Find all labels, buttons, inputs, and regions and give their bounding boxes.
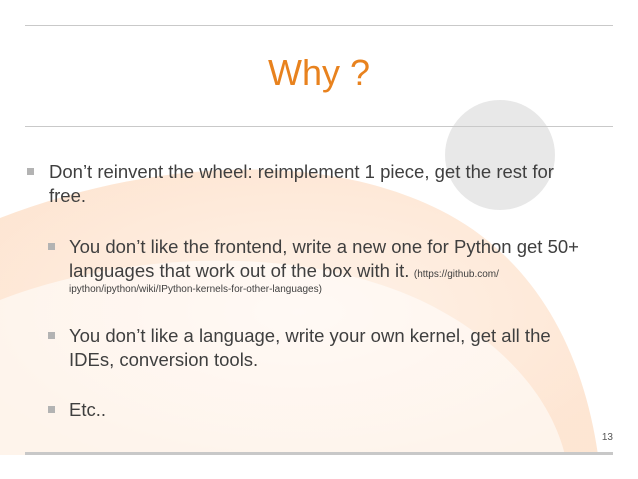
top-divider	[25, 25, 613, 26]
slide-title: Why ?	[267, 52, 371, 93]
bullet-1: Don’t reinvent the wheel: reimplement 1 …	[27, 160, 607, 208]
slide: Why ? Don’t reinvent the wheel: reimplem…	[0, 0, 638, 479]
page-number: 13	[601, 432, 613, 443]
bullet-3-text: You don’t like a language, write your ow…	[69, 325, 551, 370]
bullet-2-url-part2[interactable]: ipython/ipython/wiki/IPython-kernels-for…	[69, 283, 594, 297]
bullet-square-icon	[27, 168, 34, 175]
bullet-4-text: Etc..	[69, 399, 107, 420]
title-divider	[25, 126, 613, 127]
bottom-divider	[25, 452, 613, 455]
bullet-square-icon	[48, 332, 55, 339]
bullet-4: Etc..	[48, 398, 608, 422]
bullet-1-text: Don’t reinvent the wheel: reimplement 1 …	[49, 161, 554, 206]
bullet-2-content: You don’t like the frontend, write a new…	[69, 235, 594, 297]
bullet-2-url-part1[interactable]: (https://github.com/	[414, 269, 499, 280]
bullet-3: You don’t like a language, write your ow…	[48, 324, 608, 372]
bullet-square-icon	[48, 406, 55, 413]
bullet-square-icon	[48, 243, 55, 250]
bullet-2-text: You don’t like the frontend, write a new…	[69, 236, 579, 281]
bullet-2: You don’t like the frontend, write a new…	[48, 235, 608, 297]
